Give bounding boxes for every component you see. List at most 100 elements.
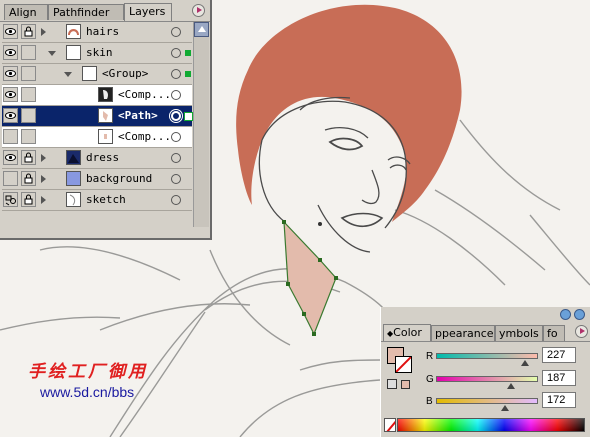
target-circle-icon[interactable] [171,153,181,163]
expand-triangle-icon[interactable] [41,196,46,204]
neck-thumbnail [98,108,113,123]
red-slider-knob[interactable] [521,360,529,366]
lock-icon[interactable] [21,192,36,207]
layer-row-dress[interactable]: dress [2,148,192,169]
selection-square-icon[interactable] [185,50,191,56]
layer-row-sketch[interactable]: sketch [2,190,192,211]
layers-palette: Align Pathfinder Layers hairs skin <Grou… [0,0,212,240]
dress-thumbnail [66,150,81,165]
green-value-input[interactable]: 187 [542,370,576,386]
tab-appearance[interactable]: ppearance [431,325,495,341]
expand-triangle-icon[interactable] [41,154,46,162]
lock-icon[interactable] [21,171,36,186]
channel-label-g: G [426,374,434,385]
target-circle-icon[interactable] [171,48,181,58]
color-tab-bar: ◆Color ppearance ymbols fo [381,323,590,342]
target-circle-icon[interactable] [171,69,181,79]
target-circle-icon[interactable] [171,174,181,184]
sketch-thumbnail [66,192,81,207]
red-slider[interactable] [436,353,538,359]
lock-empty-cell[interactable] [21,108,36,123]
tab-layers[interactable]: Layers [124,3,172,21]
none-swatch[interactable] [384,418,396,432]
layer-row-hairs[interactable]: hairs [2,22,192,43]
layers-list: hairs skin <Group> <Comp... <Path> <Comp… [2,22,193,211]
lock-icon[interactable] [21,150,36,165]
green-slider-knob[interactable] [507,383,515,389]
lock-empty-cell[interactable] [21,87,36,102]
expand-triangle-icon[interactable] [41,175,46,183]
tab-align[interactable]: Align [4,4,48,20]
blue-value-input[interactable]: 172 [542,392,576,408]
neck-path [283,220,337,336]
palette-menu-button[interactable] [575,325,588,338]
lock-icon[interactable] [21,24,36,39]
target-circle-icon[interactable] [171,132,181,142]
palette-menu-button[interactable] [192,4,205,17]
lock-empty-cell[interactable] [21,129,36,144]
layer-name: background [86,172,153,185]
layer-name: dress [86,151,120,164]
watermark-url: www.5d.cn/bbs [40,384,135,400]
blue-slider[interactable] [436,398,538,404]
lock-empty-cell[interactable] [21,45,36,60]
group-thumbnail [82,66,97,81]
compound-thumbnail [98,129,113,144]
tab-info[interactable]: fo [543,325,565,341]
visibility-eye-icon[interactable] [3,87,18,102]
background-thumbnail [66,171,81,186]
stroke-swatch[interactable] [395,356,412,373]
out-of-gamut-cube-icon[interactable] [387,379,397,389]
tab-color[interactable]: ◆Color [383,324,431,341]
hair-shape [236,4,462,222]
blue-slider-knob[interactable] [501,405,509,411]
collapse-triangle-icon[interactable] [48,51,56,56]
tab-pathfinder[interactable]: Pathfinder [48,4,124,20]
visibility-eye-icon[interactable] [3,24,18,39]
layer-row-group[interactable]: <Group> [2,64,192,85]
visibility-eye-icon[interactable] [3,108,18,123]
color-spectrum-bar[interactable] [397,418,585,432]
color-palette-titlebar [381,307,590,323]
selection-square-icon[interactable] [184,112,193,121]
layer-name: hairs [86,25,120,38]
face-thumbnail [98,87,113,102]
visibility-eye-icon[interactable] [3,66,18,81]
green-slider[interactable] [436,376,538,382]
layer-name: <Path> [118,109,158,122]
red-value-input[interactable]: 227 [542,347,576,363]
layers-tab-bar: Align Pathfinder Layers [0,0,210,22]
tab-symbols[interactable]: ymbols [495,325,543,341]
target-circle-icon[interactable] [171,27,181,37]
collapse-triangle-icon[interactable] [64,72,72,77]
color-palette: ◆Color ppearance ymbols fo R 227 G 187 B… [380,307,590,437]
layers-scrollbar[interactable] [193,22,209,227]
layer-row-background[interactable]: background [2,169,192,190]
hair-thumbnail [66,24,81,39]
template-layer-icon[interactable] [3,192,18,207]
expand-triangle-icon[interactable] [41,28,46,36]
layer-row-compound-face[interactable]: <Comp... [2,85,192,106]
watermark-chinese-text: 手绘工厂御用 [28,362,148,382]
target-circle-icon[interactable] [171,111,181,121]
channel-label-r: R [426,351,434,362]
layer-row-compound[interactable]: <Comp... [2,127,192,148]
skin-thumbnail [66,45,81,60]
layer-name: <Comp... [118,130,171,143]
target-circle-icon[interactable] [171,195,181,205]
target-circle-icon[interactable] [171,90,181,100]
scroll-up-arrow-icon[interactable] [194,22,209,37]
visibility-empty-cell[interactable] [3,171,18,186]
visibility-eye-icon[interactable] [3,45,18,60]
tab-color-label: Color [393,326,422,339]
close-button[interactable] [574,309,585,320]
minimize-button[interactable] [560,309,571,320]
beauty-mark [318,222,322,226]
visibility-empty-cell[interactable] [3,129,18,144]
web-safe-swatch[interactable] [401,380,410,389]
lock-empty-cell[interactable] [21,66,36,81]
selection-square-icon[interactable] [185,71,191,77]
layer-row-skin[interactable]: skin [2,43,192,64]
visibility-eye-icon[interactable] [3,150,18,165]
layer-row-path-selected[interactable]: <Path> [2,106,193,127]
